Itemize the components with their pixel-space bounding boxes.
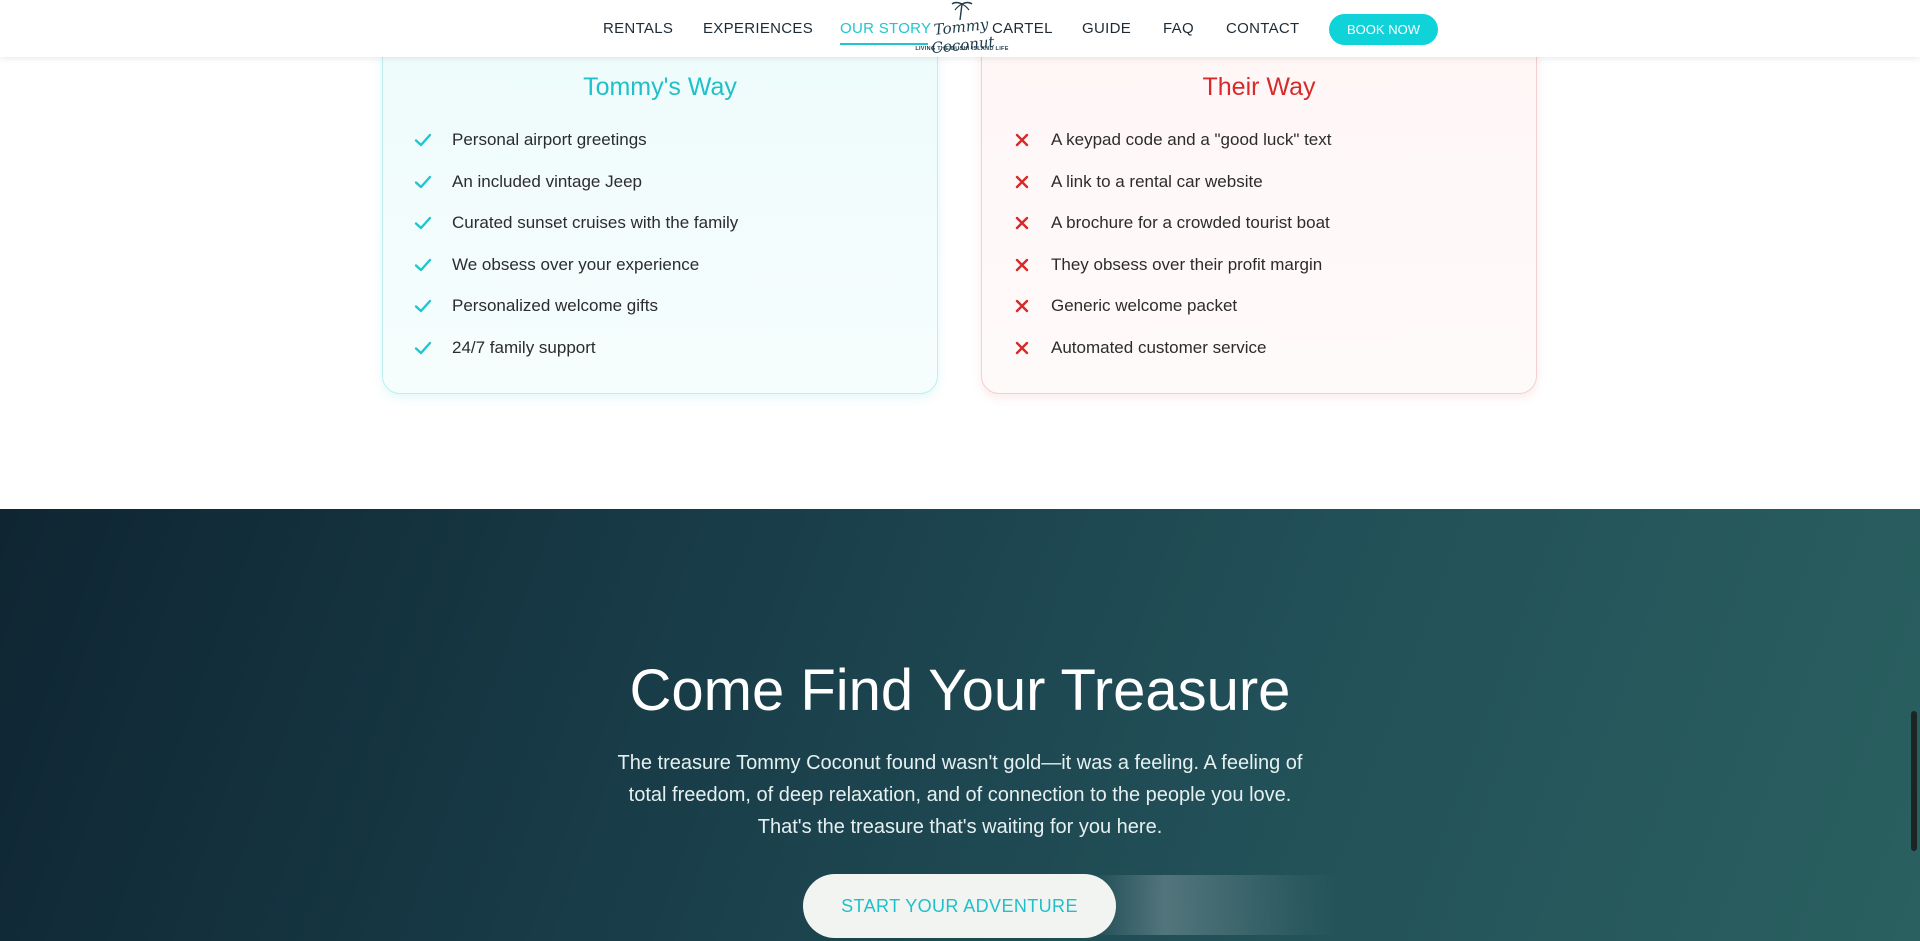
cross-icon: [1015, 216, 1029, 230]
list-item: Personal airport greetings: [413, 128, 647, 152]
list-item-text: 24/7 family support: [452, 338, 596, 357]
list-item-text: An included vintage Jeep: [452, 172, 642, 191]
list-item-text: They obsess over their profit margin: [1051, 255, 1323, 274]
check-icon: [414, 175, 432, 189]
start-adventure-button[interactable]: START YOUR ADVENTURE: [803, 874, 1116, 938]
list-item-text: A keypad code and a "good luck" text: [1051, 130, 1332, 149]
their-way-card: Their Way A keypad code and a "good luck…: [981, 20, 1537, 394]
top-nav: RENTALS EXPERIENCES OUR STORY Tommy Coco…: [0, 0, 1920, 57]
treasure-hero-section: Come Find Your Treasure The treasure Tom…: [0, 509, 1920, 941]
cross-icon: [1015, 258, 1029, 272]
list-item-text: A brochure for a crowded tourist boat: [1051, 213, 1330, 232]
list-item: Personalized welcome gifts: [413, 294, 658, 318]
check-icon: [414, 258, 432, 272]
nav-link-rentals[interactable]: RENTALS: [603, 20, 673, 37]
check-icon: [414, 299, 432, 313]
check-icon: [414, 133, 432, 147]
list-item-text: Personalized welcome gifts: [452, 296, 658, 315]
list-item-text: We obsess over your experience: [452, 255, 700, 274]
cross-icon: [1015, 133, 1029, 147]
their-way-title: Their Way: [1202, 73, 1316, 101]
book-now-button[interactable]: BOOK NOW: [1329, 14, 1438, 45]
list-item: A keypad code and a "good luck" text: [1012, 128, 1331, 152]
list-item: We obsess over your experience: [413, 253, 699, 277]
tommys-way-card: Tommy's Way Personal airport greetings A…: [382, 20, 938, 394]
nav-link-guide[interactable]: GUIDE: [1082, 20, 1131, 37]
list-item-text: Generic welcome packet: [1051, 296, 1238, 315]
list-item: 24/7 family support: [413, 336, 596, 360]
list-item: Automated customer service: [1012, 336, 1266, 360]
list-item-text: Personal airport greetings: [452, 130, 647, 149]
check-icon: [414, 341, 432, 355]
logo-tagline: LIVING THE DUSHI ISLAND LIFE: [915, 46, 1009, 52]
list-item-text: Curated sunset cruises with the family: [452, 213, 739, 232]
hero-description: The treasure Tommy Coconut found wasn't …: [617, 752, 1303, 838]
list-item: An included vintage Jeep: [413, 170, 642, 194]
hero-title: Come Find Your Treasure: [629, 658, 1291, 723]
list-item: They obsess over their profit margin: [1012, 253, 1322, 277]
button-glow-decoration: [1090, 875, 1340, 935]
cross-icon: [1015, 299, 1029, 313]
list-item-text: Automated customer service: [1051, 338, 1267, 357]
list-item: Curated sunset cruises with the family: [413, 211, 738, 235]
nav-link-cartel[interactable]: CARTEL: [992, 20, 1053, 37]
cross-icon: [1015, 341, 1029, 355]
list-item-text: A link to a rental car website: [1051, 172, 1263, 191]
cross-icon: [1015, 175, 1029, 189]
list-item: Generic welcome packet: [1012, 294, 1237, 318]
nav-link-contact[interactable]: CONTACT: [1226, 20, 1299, 37]
list-item: A brochure for a crowded tourist boat: [1012, 211, 1330, 235]
check-icon: [414, 216, 432, 230]
scrollbar-thumb[interactable]: [1911, 711, 1917, 851]
nav-link-faq[interactable]: FAQ: [1163, 20, 1194, 37]
list-item: A link to a rental car website: [1012, 170, 1263, 194]
tommys-way-title: Tommy's Way: [583, 73, 737, 101]
nav-link-experiences[interactable]: EXPERIENCES: [703, 20, 813, 37]
